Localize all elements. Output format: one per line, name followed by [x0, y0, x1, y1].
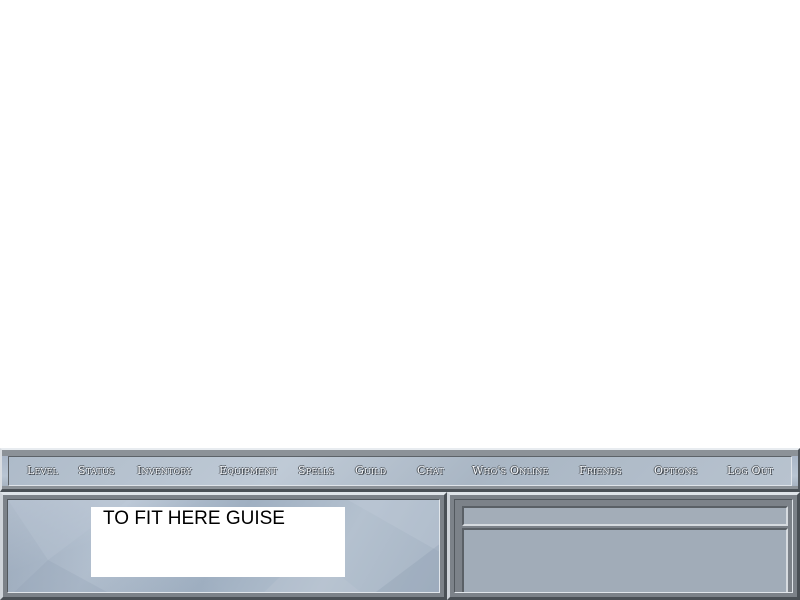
chat-panel: [454, 499, 793, 593]
menu-item-options[interactable]: Options: [654, 457, 697, 485]
left-panel: TO FIT HERE GUISE: [0, 492, 447, 600]
left-panel-content: TO FIT HERE GUISE: [7, 499, 440, 593]
right-panel: [447, 492, 800, 600]
placeholder-note: TO FIT HERE GUISE: [91, 507, 345, 577]
placeholder-note-text: TO FIT HERE GUISE: [103, 508, 285, 529]
menu-item-level[interactable]: Level: [27, 457, 58, 485]
menu-bar-inner: Level Status Inventory Equipment Spells …: [8, 456, 792, 486]
menu-item-status[interactable]: Status: [78, 457, 115, 485]
menu-item-equipment[interactable]: Equipment: [219, 457, 277, 485]
chat-input-field[interactable]: [462, 506, 788, 526]
menu-item-inventory[interactable]: Inventory: [137, 457, 192, 485]
chat-log-area[interactable]: [462, 528, 788, 592]
menu-item-spells[interactable]: Spells: [298, 457, 334, 485]
menu-item-guild[interactable]: Guild: [355, 457, 386, 485]
menu-item-log-out[interactable]: Log Out: [727, 457, 773, 485]
game-viewport: Level Status Inventory Equipment Spells …: [0, 0, 800, 600]
menu-item-whos-online[interactable]: Who's Online: [472, 457, 549, 485]
menu-item-friends[interactable]: Friends: [579, 457, 622, 485]
menu-bar: Level Status Inventory Equipment Spells …: [0, 448, 800, 492]
menu-item-chat[interactable]: Chat: [417, 457, 444, 485]
bottom-hud: Level Status Inventory Equipment Spells …: [0, 448, 800, 600]
